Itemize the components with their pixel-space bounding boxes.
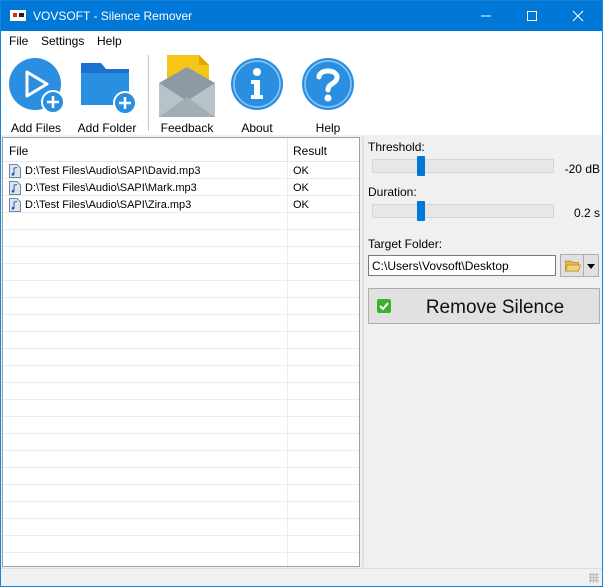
menu-settings[interactable]: Settings <box>41 34 84 48</box>
folder-open-icon <box>565 260 581 272</box>
duration-value: 0.2 s <box>573 206 600 220</box>
toolbar: Add Files Add Folder Feedback About Help <box>1 51 602 135</box>
row-result: OK <box>293 199 309 211</box>
row-file-path: D:\Test Files\Audio\SAPI\Zira.mp3 <box>25 199 192 211</box>
help-button[interactable]: Help <box>297 51 359 135</box>
feedback-button[interactable]: Feedback <box>155 51 219 135</box>
remove-silence-label: Remove Silence <box>425 297 565 318</box>
maximize-button[interactable] <box>509 1 555 31</box>
duration-slider-thumb[interactable] <box>417 201 426 221</box>
threshold-value: -20 dB <box>564 162 600 176</box>
feedback-icon <box>159 55 215 117</box>
add-files-icon <box>9 58 65 114</box>
table-row[interactable]: D:\Test Files\Audio\SAPI\Zira.mp3 OK <box>3 197 359 214</box>
folder-dropdown-button[interactable] <box>584 254 599 277</box>
row-gridlines <box>3 162 359 566</box>
list-header: File Result <box>3 138 359 162</box>
column-divider[interactable] <box>287 138 288 162</box>
audio-file-icon <box>9 164 21 178</box>
add-files-button[interactable]: Add Files <box>5 51 67 135</box>
row-file-path: D:\Test Files\Audio\SAPI\Mark.mp3 <box>25 182 197 194</box>
remove-silence-button[interactable]: Remove Silence <box>368 288 600 324</box>
table-row[interactable]: D:\Test Files\Audio\SAPI\David.mp3 OK <box>3 163 359 180</box>
row-file-path: D:\Test Files\Audio\SAPI\David.mp3 <box>25 165 201 177</box>
toolbar-separator <box>148 55 149 131</box>
minimize-icon <box>481 15 491 17</box>
maximize-icon <box>527 11 537 21</box>
app-icon[interactable] <box>10 10 26 21</box>
threshold-slider[interactable] <box>372 159 554 173</box>
minimize-button[interactable] <box>463 1 509 31</box>
status-bar <box>1 568 602 586</box>
info-icon <box>231 58 283 110</box>
column-header-result[interactable]: Result <box>293 144 327 158</box>
app-window: VOVSOFT - Silence Remover File Settings … <box>0 0 603 587</box>
menu-file[interactable]: File <box>9 34 28 48</box>
about-button[interactable]: About <box>227 51 287 135</box>
add-files-label: Add Files <box>10 121 62 135</box>
audio-file-icon <box>9 181 21 195</box>
audio-file-icon <box>9 198 21 212</box>
window-title: VOVSOFT - Silence Remover <box>33 9 193 23</box>
add-folder-label: Add Folder <box>77 121 137 135</box>
check-icon <box>377 299 391 313</box>
add-folder-button[interactable]: Add Folder <box>75 51 139 135</box>
help-icon <box>302 58 354 110</box>
table-row[interactable]: D:\Test Files\Audio\SAPI\Mark.mp3 OK <box>3 180 359 197</box>
add-folder-icon <box>81 63 137 115</box>
column-gridline <box>287 162 288 566</box>
close-icon <box>572 10 584 22</box>
browse-folder-button[interactable] <box>560 254 584 277</box>
column-header-file[interactable]: File <box>9 144 28 158</box>
panel-splitter[interactable] <box>362 137 364 567</box>
resize-grip[interactable] <box>589 573 599 583</box>
close-button[interactable] <box>555 1 601 31</box>
menu-help[interactable]: Help <box>97 34 122 48</box>
menu-bar: File Settings Help <box>1 31 602 51</box>
title-bar[interactable]: VOVSOFT - Silence Remover <box>1 1 602 31</box>
threshold-label: Threshold: <box>368 140 425 154</box>
about-label: About <box>241 121 273 135</box>
duration-label: Duration: <box>368 185 417 199</box>
target-folder-input[interactable] <box>368 255 556 276</box>
chevron-down-icon <box>587 264 595 269</box>
feedback-label: Feedback <box>160 121 214 135</box>
row-result: OK <box>293 182 309 194</box>
target-folder-label: Target Folder: <box>368 237 443 251</box>
help-label: Help <box>315 121 341 135</box>
threshold-slider-thumb[interactable] <box>417 156 426 176</box>
row-result: OK <box>293 165 309 177</box>
duration-slider[interactable] <box>372 204 554 218</box>
file-list[interactable]: File Result D:\Test Files\Audio\SAPI\Dav… <box>2 137 360 567</box>
